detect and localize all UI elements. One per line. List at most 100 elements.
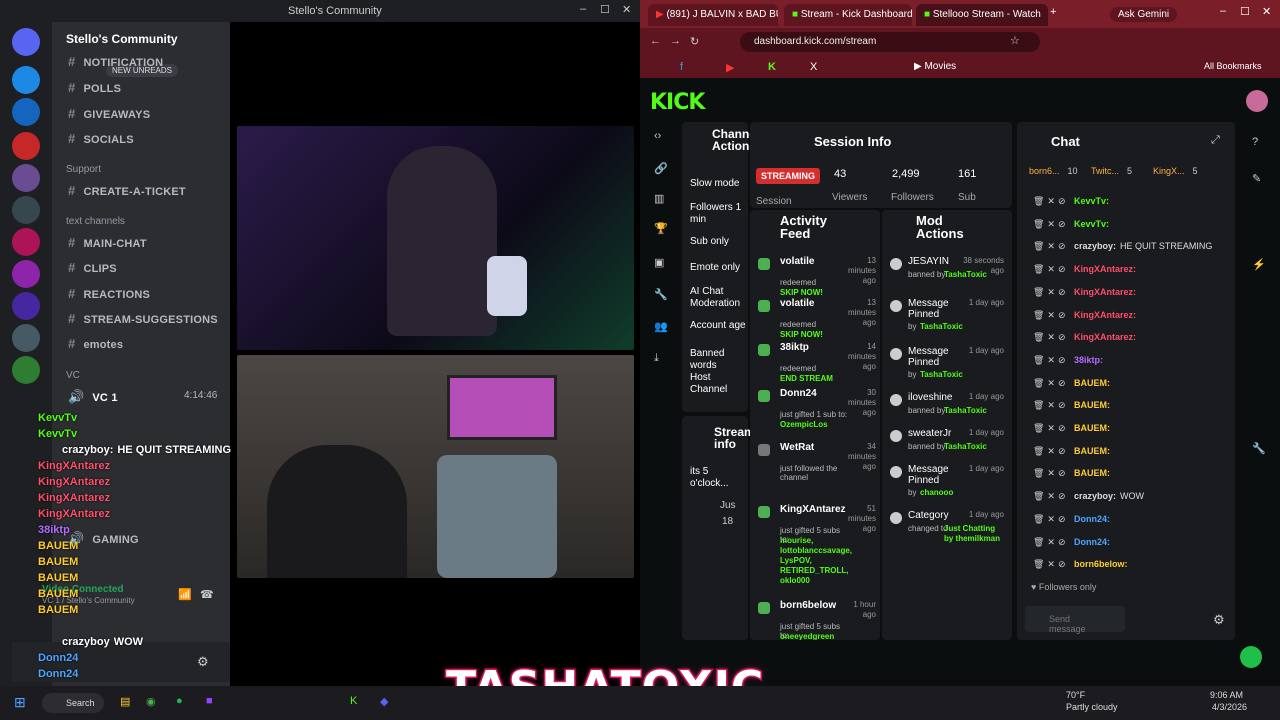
server-icon[interactable]: [12, 260, 40, 288]
back-icon[interactable]: ←: [650, 35, 661, 47]
trophy-icon[interactable]: 🏆: [654, 222, 668, 235]
chat-username[interactable]: BAUEM:: [1074, 468, 1110, 478]
server-icon[interactable]: [12, 356, 40, 384]
clock-time[interactable]: 9:06 AM: [1210, 690, 1243, 700]
category-vc[interactable]: VC: [66, 370, 80, 381]
channel-notification[interactable]: # NOTIFICATION: [68, 54, 163, 69]
wrench-icon[interactable]: 🔧: [654, 288, 668, 301]
action-sub-only[interactable]: Sub only: [690, 236, 729, 248]
server-icon[interactable]: [12, 324, 40, 352]
ask-gemini-button[interactable]: Ask Gemini: [1110, 7, 1178, 22]
activity-user[interactable]: 38iktp: [780, 342, 809, 353]
mod-action-target[interactable]: iloveshine: [908, 392, 966, 403]
youtube-icon[interactable]: ▶: [726, 61, 734, 74]
chat-mod-icons[interactable]: 🗑✕⊘: [1033, 332, 1074, 342]
supporter-name[interactable]: Twitc...: [1091, 166, 1119, 176]
supporter-name[interactable]: born6...: [1029, 166, 1060, 176]
maximize-icon[interactable]: ☐: [1240, 5, 1250, 18]
action-slow-mode[interactable]: Slow mode: [690, 178, 739, 190]
taskbar-search[interactable]: Search: [42, 693, 104, 713]
channel-socials[interactable]: # SOCIALS: [68, 131, 134, 146]
chat-mod-icons[interactable]: 🗑✕⊘: [1033, 400, 1074, 410]
chat-mod-icons[interactable]: 🗑✕⊘: [1033, 446, 1074, 456]
forward-icon[interactable]: →: [670, 35, 681, 47]
chat-mod-icons[interactable]: 🗑✕⊘: [1033, 514, 1074, 524]
users-icon[interactable]: 👥: [654, 320, 668, 333]
new-tab-icon[interactable]: +: [1050, 6, 1056, 18]
avatar[interactable]: [1246, 90, 1268, 112]
edit-icon[interactable]: ✎: [1252, 172, 1261, 185]
action-host-channel[interactable]: Host Channel: [690, 372, 748, 396]
chat-mod-icons[interactable]: 🗑✕⊘: [1033, 537, 1074, 547]
action-banned-words[interactable]: Banned words: [690, 348, 748, 372]
server-icon[interactable]: [12, 196, 40, 224]
minimize-icon[interactable]: –: [580, 3, 586, 15]
chat-username[interactable]: KingXAntarez:: [1074, 332, 1136, 342]
tab-youtube[interactable]: ▶ (891) J BALVIN x BAD BUNNY: [648, 4, 778, 26]
facebook-icon[interactable]: f: [680, 61, 683, 73]
server-icon[interactable]: [12, 132, 40, 160]
chat-username[interactable]: crazyboy:: [1074, 241, 1116, 251]
chat-mod-icons[interactable]: 🗑✕⊘: [1033, 378, 1074, 388]
chat-username[interactable]: KingXAntarez:: [1074, 310, 1136, 320]
activity-user[interactable]: WetRat: [780, 442, 814, 453]
mod-action-target[interactable]: Message Pinned: [908, 298, 966, 320]
action-emote-only[interactable]: Emote only: [690, 262, 740, 274]
chat-mod-icons[interactable]: 🗑✕⊘: [1033, 491, 1074, 501]
chat-username[interactable]: Donn24:: [1074, 514, 1110, 524]
channel-main-chat[interactable]: # MAIN-CHAT: [68, 235, 147, 250]
windows-start-icon[interactable]: ⊞: [14, 694, 26, 711]
download-icon[interactable]: ⤓: [654, 352, 659, 365]
chat-mod-icons[interactable]: 🗑✕⊘: [1033, 287, 1074, 297]
activity-user[interactable]: born6below: [780, 600, 836, 611]
chat-username[interactable]: BAUEM:: [1074, 423, 1110, 433]
channel-clips[interactable]: # CLIPS: [68, 260, 117, 275]
server-icon[interactable]: [12, 98, 40, 126]
action-ai-moderation[interactable]: AI Chat Moderation: [690, 286, 746, 310]
kick-icon[interactable]: K: [768, 61, 776, 73]
x-icon[interactable]: X: [810, 61, 817, 73]
chat-mod-icons[interactable]: 🗑✕⊘: [1033, 355, 1074, 365]
bookmark-movies[interactable]: ▶ Movies: [914, 61, 956, 72]
weather-temp[interactable]: 70°F: [1066, 690, 1085, 700]
chat-mod-icons[interactable]: 🗑✕⊘: [1033, 423, 1074, 433]
popout-icon[interactable]: ⤢: [1211, 134, 1220, 147]
channel-giveaways[interactable]: # GIVEAWAYS: [68, 106, 150, 121]
chat-username[interactable]: BAUEM:: [1074, 400, 1110, 410]
activity-user[interactable]: Donn24: [780, 388, 817, 399]
chat-username[interactable]: KingXAntarez:: [1074, 287, 1136, 297]
chat-username[interactable]: KevvTv:: [1074, 196, 1109, 206]
mod-action-target[interactable]: Category: [908, 510, 966, 521]
chat-mod-icons[interactable]: 🗑✕⊘: [1033, 559, 1074, 569]
kick-taskbar-icon[interactable]: K: [350, 695, 357, 707]
link-icon[interactable]: 🔗: [654, 162, 668, 175]
settings-gear-icon[interactable]: ⚙: [197, 654, 209, 670]
channel-create-a-ticket[interactable]: # CREATE-A-TICKET: [68, 183, 186, 198]
server-icon[interactable]: [12, 228, 40, 256]
video-icon[interactable]: ▣: [654, 256, 664, 269]
discord-taskbar-icon[interactable]: ◆: [380, 695, 388, 708]
chat-username[interactable]: BAUEM:: [1074, 378, 1110, 388]
support-icon[interactable]: [1240, 646, 1262, 668]
collapse-icon[interactable]: ‹›: [654, 130, 661, 142]
file-explorer-icon[interactable]: ▤: [120, 695, 130, 708]
analytics-icon[interactable]: ▥: [654, 192, 664, 205]
minimize-icon[interactable]: –: [1220, 5, 1226, 17]
server-name[interactable]: Stello's Community: [66, 32, 178, 46]
twitch-icon[interactable]: ■: [206, 695, 213, 707]
supporter-name[interactable]: KingX...: [1153, 166, 1185, 176]
chat-mod-icons[interactable]: 🗑✕⊘: [1033, 241, 1074, 251]
category-support[interactable]: Support: [66, 164, 101, 175]
chat-username[interactable]: Donn24:: [1074, 537, 1110, 547]
server-icon[interactable]: [12, 164, 40, 192]
chat-mod-icons[interactable]: 🗑✕⊘: [1033, 219, 1074, 229]
maximize-icon[interactable]: ☐: [600, 3, 610, 16]
reload-icon[interactable]: ↻: [690, 35, 699, 48]
server-icon[interactable]: [12, 66, 40, 94]
chat-username[interactable]: BAUEM:: [1074, 446, 1110, 456]
address-bar[interactable]: dashboard.kick.com/stream: [740, 32, 1040, 52]
weather-desc[interactable]: Partly cloudy: [1066, 702, 1118, 712]
chat-username[interactable]: KingXAntarez:: [1074, 264, 1136, 274]
chat-username[interactable]: KevvTv:: [1074, 219, 1109, 229]
clock-date[interactable]: 4/3/2026: [1212, 702, 1247, 712]
